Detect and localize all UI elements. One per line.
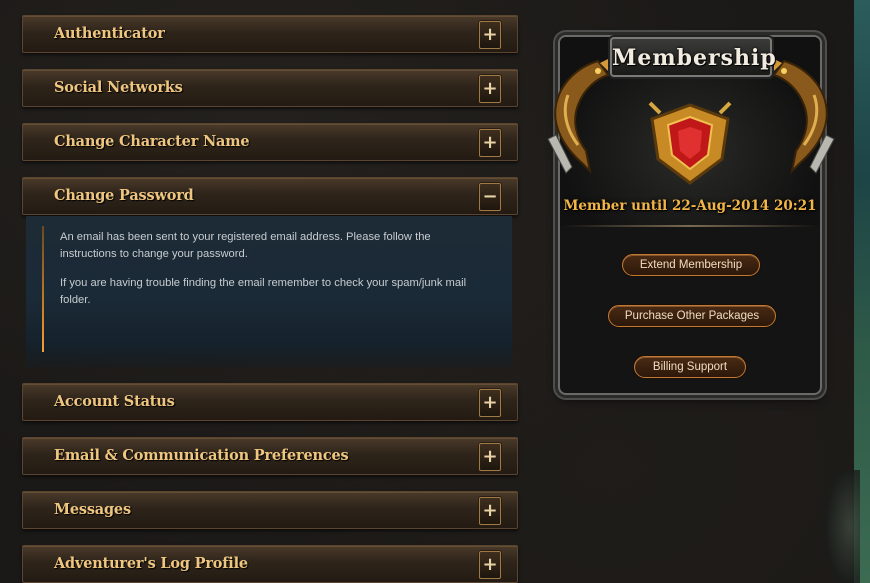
panel-message: An email has been sent to your registere… — [60, 231, 431, 260]
billing-support-button[interactable]: Billing Support — [634, 356, 746, 378]
expand-button[interactable]: + — [479, 389, 501, 417]
change-password-panel: An email has been sent to your registere… — [26, 216, 512, 368]
panel-accent-line — [42, 226, 44, 352]
membership-title-plate: Membership — [610, 37, 777, 77]
accordion-header-email-preferences[interactable]: Email & Communication Preferences + — [22, 437, 518, 475]
divider — [560, 225, 820, 227]
expand-button[interactable]: + — [479, 21, 501, 49]
expand-button[interactable]: + — [479, 75, 501, 103]
plus-icon: + — [482, 24, 498, 45]
accordion-header-change-password[interactable]: Change Password − — [22, 177, 518, 215]
membership-widget: Membership Member until 22-Aug-2014 20:2… — [538, 25, 844, 403]
membership-title: Membership — [612, 45, 777, 71]
plus-icon: + — [482, 132, 498, 153]
expand-button[interactable]: + — [479, 497, 501, 525]
purchase-other-packages-button[interactable]: Purchase Other Packages — [608, 305, 776, 327]
accordion-header-label: Messages — [54, 501, 131, 518]
expand-button[interactable]: + — [479, 551, 501, 579]
accordion-header-authenticator[interactable]: Authenticator + — [22, 15, 518, 53]
accordion-header-label: Email & Communication Preferences — [54, 447, 349, 464]
plus-icon: + — [482, 500, 498, 521]
accordion-header-label: Change Password — [54, 187, 194, 204]
accordion-header-label: Change Character Name — [54, 133, 250, 150]
accordion-header-change-character-name[interactable]: Change Character Name + — [22, 123, 518, 161]
shield-crest-icon — [648, 101, 732, 185]
plus-icon: + — [482, 78, 498, 99]
dragon-ornament-icon — [547, 57, 612, 175]
background-ornament — [826, 470, 860, 583]
extend-membership-button[interactable]: Extend Membership — [622, 254, 760, 276]
accordion-header-account-status[interactable]: Account Status + — [22, 383, 518, 421]
accordion-header-label: Account Status — [54, 393, 175, 410]
accordion-header-label: Adventurer's Log Profile — [54, 555, 248, 572]
panel-message: If you are having trouble finding the em… — [60, 277, 467, 306]
accordion-header-label: Social Networks — [54, 79, 183, 96]
expand-button[interactable]: + — [479, 443, 501, 471]
dragon-ornament-icon — [770, 57, 835, 175]
accordion-header-label: Authenticator — [54, 25, 165, 42]
accordion-header-social-networks[interactable]: Social Networks + — [22, 69, 518, 107]
plus-icon: + — [482, 446, 498, 467]
minus-icon: − — [482, 186, 498, 207]
expand-button[interactable]: + — [479, 129, 501, 157]
accordion-header-adventurers-log[interactable]: Adventurer's Log Profile + — [22, 545, 518, 583]
plus-icon: + — [482, 392, 498, 413]
plus-icon: + — [482, 554, 498, 575]
collapse-button[interactable]: − — [479, 183, 501, 211]
accordion-header-messages[interactable]: Messages + — [22, 491, 518, 529]
membership-expiry: Member until 22-Aug-2014 20:21 — [563, 198, 817, 214]
